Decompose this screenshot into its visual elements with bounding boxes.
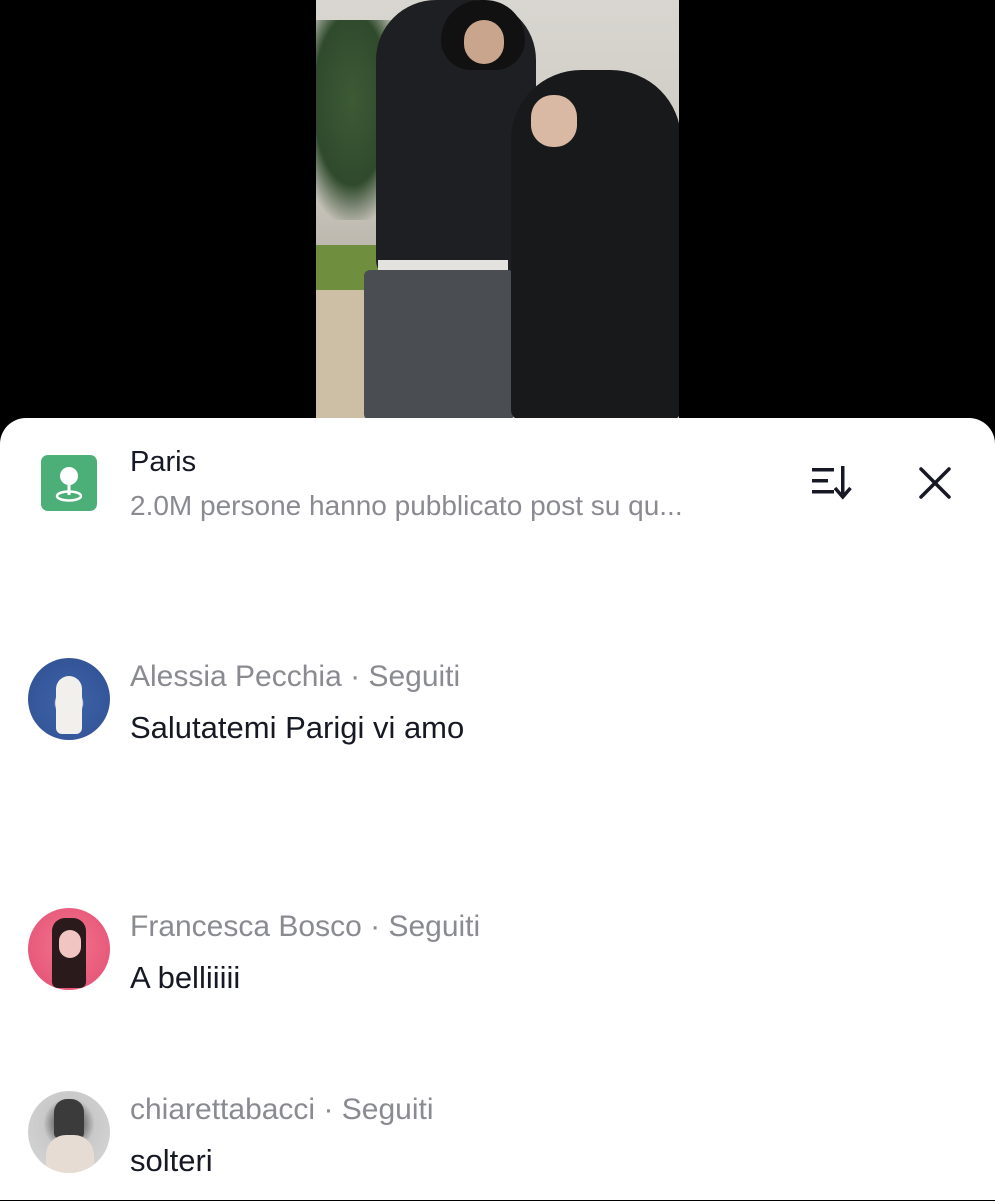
video-frame[interactable] [316,0,679,420]
avatar-figure [54,1099,84,1139]
close-icon [919,467,951,499]
comment-text: solteri [130,1143,213,1178]
relation-label: Seguiti [341,1093,434,1126]
comment-text: Salutatemi Parigi vi amo [130,710,465,745]
video-area[interactable] [0,0,995,430]
location-subtitle: 2.0M persone hanno pubblicato post su qu… [130,490,683,521]
video-person-left-face [464,20,504,64]
video-person-right-face [531,95,577,147]
comment-author[interactable]: Francesca Bosco [130,910,362,943]
relation-label: Seguiti [388,910,481,943]
video-person-left-jeans [364,270,514,420]
avatar[interactable] [28,908,110,990]
close-button[interactable] [912,460,958,506]
sheet-header: Paris 2.0M persone hanno pubblicato post… [0,418,995,548]
location-pin-icon [41,455,97,511]
avatar[interactable] [28,1091,110,1173]
comment-item[interactable]: Alessia Pecchia · Seguiti Salutatemi Par… [0,658,995,768]
avatar-body [46,1135,94,1173]
comment-meta: Francesca Bosco · Seguiti [130,910,480,944]
comment-meta: chiarettabacci · Seguiti [130,1093,434,1127]
avatar-figure [56,676,82,734]
comment-text: A belliiiii [130,960,241,995]
sort-button[interactable] [808,460,858,504]
avatar[interactable] [28,658,110,740]
comment-item[interactable]: chiarettabacci · Seguiti solteri [0,1091,995,1201]
meta-separator: · [315,1093,342,1126]
location-sheet: Paris 2.0M persone hanno pubblicato post… [0,418,995,1200]
avatar-face [59,930,81,958]
meta-separator: · [361,910,389,943]
sort-icon [812,466,852,500]
relation-label: Seguiti [368,660,461,693]
comment-author[interactable]: Alessia Pecchia [130,660,342,693]
location-title: Paris [130,446,197,478]
comment-item[interactable]: Francesca Bosco · Seguiti A belliiiii [0,908,995,1018]
comment-author[interactable]: chiarettabacci [130,1093,315,1126]
comment-meta: Alessia Pecchia · Seguiti [130,660,460,694]
meta-separator: · [341,660,369,693]
